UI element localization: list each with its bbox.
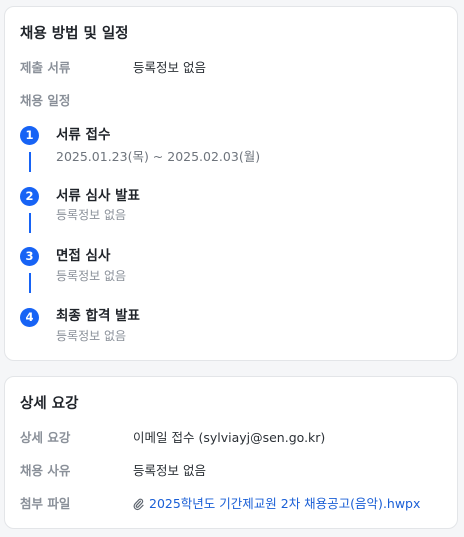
schedule-card: 채용 방법 및 일정 제출 서류 등록정보 없음 채용 일정 1 서류 접수 2… [4,6,458,361]
step-4-detail: 등록정보 없음 [56,329,127,343]
detail-label: 상세 요강 [20,430,71,445]
attachment-filename[interactable]: 2025학년도 기간제교원 2차 채용공고(음악).hwpx [149,495,420,513]
step-2-title: 서류 심사 발표 [56,188,140,204]
step-3-title: 면접 심사 [56,248,111,264]
step-connector [29,152,31,172]
detail-value: 이메일 접수 (sylviayj@sen.go.kr) [133,430,326,445]
step-3-number: 3 [20,247,39,266]
step-1-detail: 2025.01.23(목) ~ 2025.02.03(월) [56,149,261,164]
step-4-number: 4 [20,308,39,327]
step-1-title: 서류 접수 [56,127,111,143]
documents-label: 제출 서류 [20,60,71,75]
step-2-detail: 등록정보 없음 [56,208,127,222]
schedule-label: 채용 일정 [20,93,71,108]
step-4-title: 최종 합격 발표 [56,308,140,324]
reason-value: 등록정보 없음 [133,463,206,478]
details-card: 상세 요강 상세 요강 이메일 접수 (sylviayj@sen.go.kr) … [4,376,458,529]
section-title: 상세 요강 [20,396,79,412]
attachment-link[interactable]: 2025학년도 기간제교원 2차 채용공고(음악).hwpx [133,495,420,513]
attachment-label: 첨부 파일 [20,496,71,511]
step-3-detail: 등록정보 없음 [56,269,127,283]
step-1-number: 1 [20,126,39,145]
paperclip-icon [133,498,144,510]
step-2-number: 2 [20,187,39,206]
reason-label: 채용 사유 [20,463,71,478]
step-connector [29,273,31,293]
step-connector [29,213,31,233]
section-title: 채용 방법 및 일정 [20,26,129,42]
documents-value: 등록정보 없음 [133,60,206,75]
